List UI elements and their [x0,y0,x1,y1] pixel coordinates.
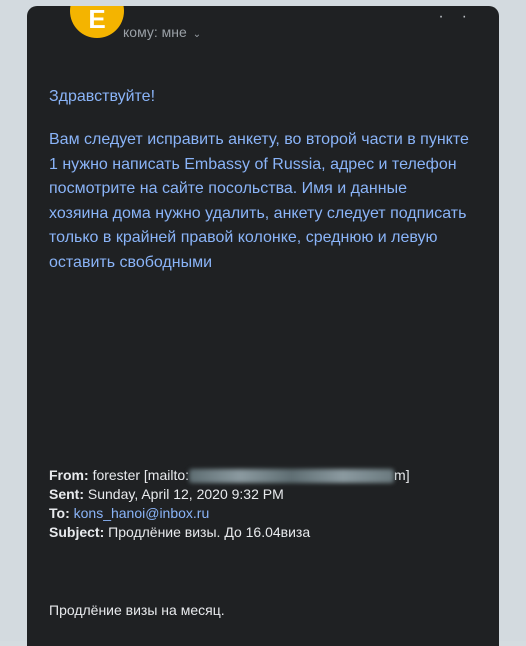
from-close: m] [394,467,410,483]
subject-line: Subject: Продлёние визы. До 16.04виза [49,523,489,542]
email-footer-text: Продлёние визы на месяц. [49,602,225,618]
action-icon[interactable]: · [438,8,461,25]
sender-avatar[interactable]: E [70,6,124,38]
sent-label: Sent: [49,486,84,502]
recipient-toggle[interactable]: кому: мне ⌄ [123,24,201,40]
to-line: To: kons_hanoi@inbox.ru [49,504,489,523]
quoted-headers: From: forester [mailto: m] Sent: Sunday, … [49,466,489,542]
email-actions: ·· [438,8,485,26]
subject-label: Subject: [49,524,105,540]
recipient-label: кому: мне [123,24,187,40]
email-greeting: Здравствуйте! [49,88,156,105]
sent-value: Sunday, April 12, 2020 9:32 PM [87,486,284,502]
more-icon[interactable]: · [462,8,485,25]
to-label: To: [49,505,70,521]
email-card: E кому: мне ⌄ ·· Здравствуйте! Вам следуе… [27,6,499,646]
chevron-down-icon: ⌄ [192,29,202,40]
from-line: From: forester [mailto: m] [49,466,489,485]
to-email-link[interactable]: kons_hanoi@inbox.ru [74,505,210,521]
from-value: forester [mailto: [92,467,190,483]
from-label: From: [49,467,89,483]
sent-line: Sent: Sunday, April 12, 2020 9:32 PM [49,485,489,504]
redacted-email [189,469,395,484]
subject-value: Продлёние визы. До 16.04виза [108,524,311,540]
email-body: Вам следует исправить анкету, во второй … [49,131,469,271]
